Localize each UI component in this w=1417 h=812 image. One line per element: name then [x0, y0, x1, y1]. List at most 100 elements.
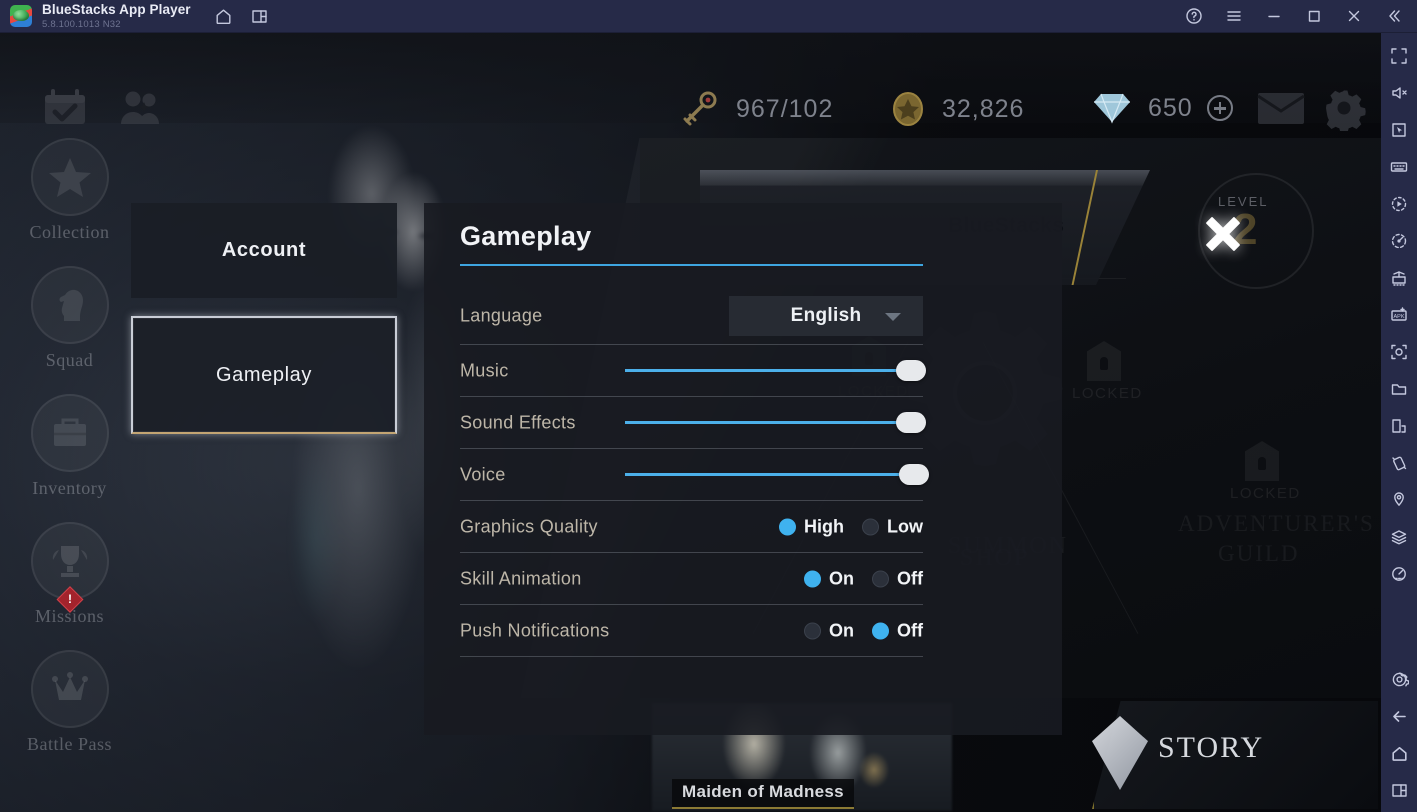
fullscreen-icon[interactable]	[1384, 41, 1414, 71]
nav-item-battle-pass[interactable]: Battle Pass	[22, 650, 117, 778]
flip-screen-icon[interactable]	[1384, 411, 1414, 441]
gem-value: 650	[1148, 93, 1193, 122]
radio-skill-on[interactable]: On	[804, 568, 854, 589]
home-icon[interactable]	[213, 5, 235, 27]
label-push-notifications: Push Notifications	[460, 620, 610, 640]
radio-graphics-low[interactable]: Low	[862, 516, 923, 537]
app-version: 5.8.100.1013 N32	[42, 18, 121, 30]
multi-instance-manager-icon[interactable]	[1384, 263, 1414, 293]
add-gems-button[interactable]	[1206, 95, 1233, 121]
settings-gear-icon[interactable]	[1321, 85, 1367, 136]
maximize-icon[interactable]	[1303, 5, 1325, 27]
rotate-icon[interactable]	[1384, 226, 1414, 256]
bluestacks-sidebar: APK	[1381, 33, 1417, 812]
install-apk-icon[interactable]: APK	[1384, 300, 1414, 330]
crown-icon	[30, 650, 109, 728]
graphics-quality-radios: High Low	[779, 516, 923, 537]
language-value: English	[790, 304, 862, 326]
mute-icon[interactable]	[1384, 78, 1414, 108]
title-bar-nav-icons	[213, 5, 271, 27]
radio-graphics-low-label: Low	[887, 516, 923, 536]
knight-chess-icon	[30, 266, 109, 344]
tab-account-label: Account	[221, 239, 307, 261]
row-graphics-quality: Graphics Quality High Low	[460, 501, 923, 553]
close-dialog-button[interactable]	[1200, 211, 1246, 257]
tab-gameplay-label: Gameplay	[216, 363, 312, 386]
label-language: Language	[460, 305, 543, 325]
nav-item-squad[interactable]: Squad	[22, 266, 117, 394]
label-sound-effects: Sound Effects	[460, 412, 576, 432]
shake-icon[interactable]	[1384, 448, 1414, 478]
daily-checkin-icon[interactable]	[42, 88, 88, 133]
skill-animation-radios: On Off	[804, 568, 923, 589]
slider-fill	[625, 368, 912, 372]
tab-gameplay[interactable]: Gameplay	[131, 316, 397, 434]
radio-skill-off[interactable]: Off	[872, 568, 923, 589]
radio-push-off[interactable]: Off	[872, 620, 923, 641]
radio-dot	[872, 570, 889, 587]
label-music: Music	[460, 360, 509, 380]
nav-label-collection: Collection	[29, 222, 110, 242]
back-icon[interactable]	[1384, 701, 1414, 731]
resource-key[interactable]: 967/102	[678, 91, 833, 127]
backpack-icon	[30, 394, 109, 472]
coin-value: 32,826	[942, 94, 1025, 123]
record-macro-icon[interactable]	[1384, 189, 1414, 219]
slider-thumb[interactable]	[896, 411, 927, 433]
nav-item-missions[interactable]: ! Missions	[22, 522, 117, 650]
radio-graphics-high[interactable]: High	[779, 516, 844, 537]
media-folder-icon[interactable]	[1384, 374, 1414, 404]
keyboard-controls-icon[interactable]	[1384, 152, 1414, 182]
nav-label-inventory: Inventory	[32, 478, 107, 498]
window-controls	[1183, 5, 1417, 27]
svg-text:APK: APK	[1393, 314, 1404, 320]
chevron-down-icon	[885, 312, 901, 321]
screenshot-icon[interactable]	[1384, 337, 1414, 367]
app-title: BlueStacks App Player	[42, 2, 191, 17]
layers-icon[interactable]	[1384, 522, 1414, 552]
menu-icon[interactable]	[1223, 5, 1245, 27]
collapse-icon[interactable]	[1383, 5, 1405, 27]
home-icon[interactable]	[1384, 738, 1414, 768]
minimize-icon[interactable]	[1263, 5, 1285, 27]
settings-gear-icon[interactable]	[1384, 664, 1414, 694]
eco-mode-icon[interactable]	[1384, 559, 1414, 589]
bluestacks-logo-icon	[10, 5, 32, 27]
slider-thumb[interactable]	[896, 359, 927, 381]
banner-title: Maiden of Madness	[672, 779, 854, 809]
radio-dot	[872, 622, 889, 639]
resource-coin[interactable]: 32,826	[888, 91, 1024, 127]
tab-account[interactable]: Account	[131, 203, 397, 298]
cursor-icon[interactable]	[1384, 115, 1414, 145]
panel-title: Gameplay	[460, 221, 592, 251]
friends-icon[interactable]	[118, 88, 164, 133]
close-icon[interactable]	[1343, 5, 1365, 27]
music-slider[interactable]	[625, 359, 927, 382]
nav-item-inventory[interactable]: Inventory	[22, 394, 117, 522]
key-value: 967/102	[736, 94, 834, 123]
resource-gem[interactable]: 650	[1090, 91, 1233, 125]
settings-tab-column: Account Gameplay	[131, 203, 397, 452]
slider-fill	[625, 420, 912, 424]
game-hud-top: 967/102 32,826 650	[0, 33, 1381, 134]
radio-dot	[804, 622, 821, 639]
location-icon[interactable]	[1384, 485, 1414, 515]
row-voice: Voice	[460, 449, 930, 501]
slider-thumb[interactable]	[899, 463, 930, 485]
slider-fill	[625, 472, 915, 476]
nav-item-collection[interactable]: Collection	[22, 138, 117, 266]
mail-icon[interactable]	[1256, 89, 1306, 132]
help-icon[interactable]	[1183, 5, 1205, 27]
voice-slider[interactable]	[625, 463, 930, 486]
sound-effects-slider[interactable]	[625, 411, 927, 434]
recents-icon[interactable]	[1384, 775, 1414, 805]
star-emblem-icon	[30, 138, 109, 216]
story-label: STORY	[1158, 731, 1265, 764]
multi-instance-icon[interactable]	[249, 5, 271, 27]
panel-title-underline	[460, 264, 923, 266]
radio-push-on[interactable]: On	[804, 620, 854, 641]
radio-dot	[804, 570, 821, 587]
coin-icon	[893, 92, 923, 126]
radio-dot	[862, 518, 879, 535]
language-dropdown[interactable]: English	[729, 295, 923, 336]
